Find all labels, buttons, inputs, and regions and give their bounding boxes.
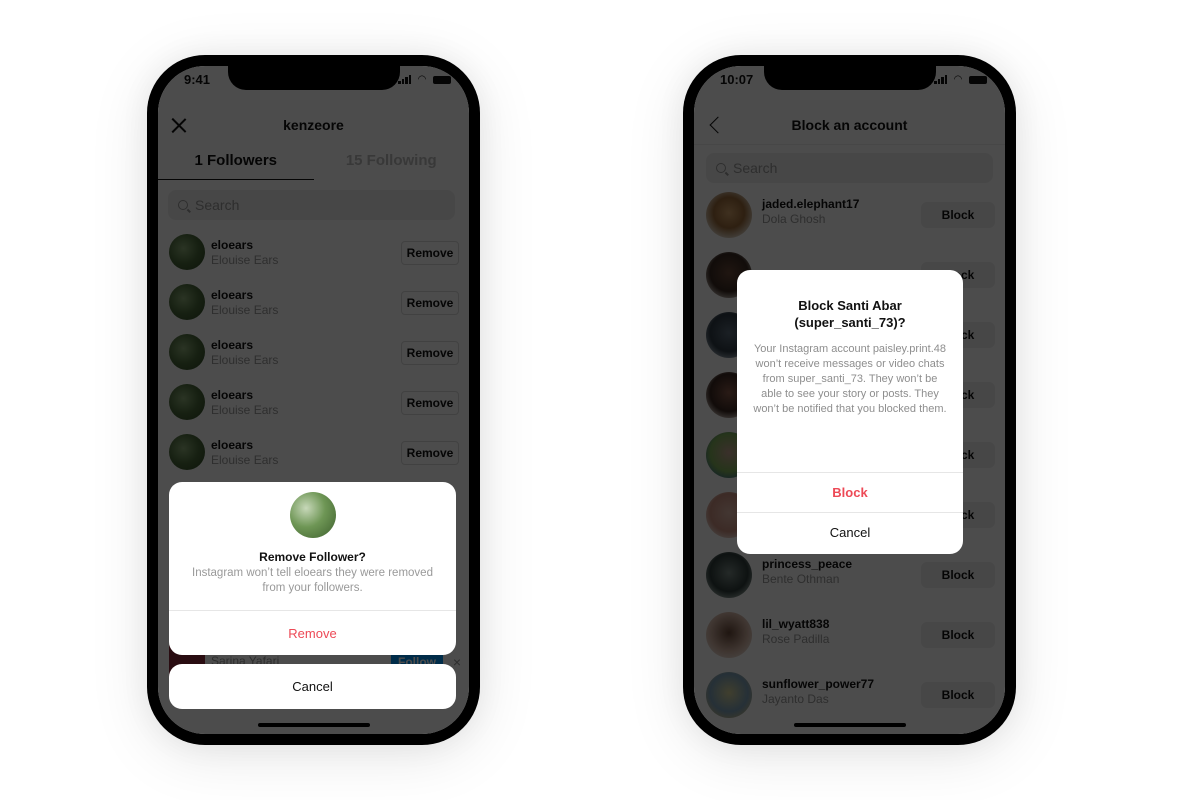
alert-message: Your Instagram account paisley.print.48 … [753, 343, 947, 415]
block-confirm-button[interactable]: Block [737, 485, 963, 500]
divider [169, 610, 456, 611]
phone-block-account: 10:07 ◠ Block an account Search jaded.el… [683, 55, 1016, 745]
screen: 10:07 ◠ Block an account Search jaded.el… [694, 66, 1005, 734]
follower-avatar [289, 492, 336, 538]
remove-confirm-button[interactable]: Remove [169, 626, 456, 641]
alert-title: Block Santi Abar (super_santi_73)? [794, 298, 906, 330]
cancel-button[interactable]: Cancel [169, 679, 456, 694]
home-indicator [793, 723, 906, 727]
screen: 9:41 ◠ kenzeore 1 Followers 15 Following… [158, 66, 469, 734]
phone-remove-follower: 9:41 ◠ kenzeore 1 Followers 15 Following… [147, 55, 480, 745]
block-alert-dialog: Block Santi Abar (super_santi_73)? Your … [737, 270, 963, 554]
sheet-message: Instagram won’t tell eloears they were r… [192, 567, 433, 594]
divider [737, 472, 963, 473]
remove-follower-sheet: Remove Follower? Instagram won’t tell el… [169, 482, 456, 655]
notch [763, 66, 936, 90]
notch [227, 66, 400, 90]
cancel-sheet: Cancel [169, 664, 456, 709]
divider [737, 512, 963, 513]
cancel-button[interactable]: Cancel [737, 525, 963, 540]
home-indicator [257, 723, 370, 727]
sheet-title: Remove Follower? [259, 550, 366, 564]
